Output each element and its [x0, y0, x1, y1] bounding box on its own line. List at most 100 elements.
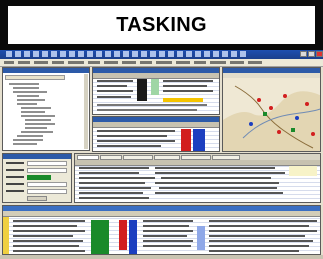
menu-item[interactable] [156, 61, 172, 64]
close-icon[interactable] [316, 51, 323, 57]
table-row[interactable] [97, 130, 175, 132]
form-field[interactable] [27, 161, 67, 166]
table-row[interactable] [159, 187, 277, 189]
tree-item[interactable] [17, 95, 39, 97]
tree-item[interactable] [13, 87, 39, 89]
minimize-icon[interactable] [300, 51, 307, 57]
table-row[interactable] [13, 235, 73, 237]
table-row[interactable] [209, 235, 305, 237]
table-row[interactable] [97, 96, 131, 98]
menu-item[interactable] [248, 61, 262, 64]
table-row[interactable] [161, 177, 271, 179]
tree-scrollbar[interactable] [84, 74, 88, 149]
menu-item[interactable] [18, 61, 30, 64]
table-row[interactable] [13, 225, 77, 227]
menu-item[interactable] [194, 61, 206, 64]
table-row[interactable] [155, 192, 283, 194]
table-row[interactable] [79, 192, 143, 194]
table-row[interactable] [155, 167, 275, 169]
tree-item[interactable] [25, 123, 55, 125]
status-field[interactable] [27, 175, 51, 180]
tree-item[interactable] [17, 135, 43, 137]
table-row[interactable] [209, 230, 317, 232]
form-field[interactable] [27, 189, 67, 194]
table-row[interactable] [143, 220, 193, 222]
table-row[interactable] [209, 220, 317, 222]
table-row[interactable] [155, 182, 279, 184]
highlight-row[interactable] [163, 98, 203, 102]
table-row[interactable] [79, 182, 145, 184]
tree-item[interactable] [21, 115, 55, 117]
tree-item[interactable] [21, 107, 51, 109]
menu-item[interactable] [52, 61, 64, 64]
menu-item[interactable] [140, 61, 152, 64]
table-row[interactable] [79, 187, 151, 189]
table-row[interactable] [79, 177, 155, 179]
form-field[interactable] [27, 182, 67, 187]
table-row[interactable] [155, 172, 285, 174]
menu-item[interactable] [88, 61, 100, 64]
unit-marker[interactable] [257, 98, 261, 102]
menu-item[interactable] [104, 61, 118, 64]
unit-marker[interactable] [295, 116, 299, 120]
table-row[interactable] [209, 240, 313, 242]
menu-item[interactable] [68, 61, 84, 64]
table-row[interactable] [143, 245, 191, 247]
tree-item[interactable] [17, 103, 37, 105]
tree-item[interactable] [13, 91, 47, 93]
unit-marker[interactable] [291, 128, 295, 132]
table-row[interactable] [97, 135, 167, 137]
menu-item[interactable] [122, 61, 136, 64]
apply-button[interactable] [27, 196, 47, 201]
table-row[interactable] [97, 85, 127, 87]
maximize-icon[interactable] [308, 51, 315, 57]
unit-marker[interactable] [283, 94, 287, 98]
table-row[interactable] [209, 245, 309, 247]
unit-marker[interactable] [311, 132, 315, 136]
unit-marker[interactable] [249, 122, 253, 126]
table-row[interactable] [97, 80, 133, 82]
table-row[interactable] [163, 80, 213, 82]
map-panel[interactable] [222, 67, 321, 152]
unit-marker[interactable] [277, 130, 281, 134]
table-row[interactable] [79, 167, 149, 169]
tree-item[interactable] [21, 131, 53, 133]
table-row[interactable] [143, 230, 193, 232]
table-row[interactable] [97, 109, 197, 111]
table-row[interactable] [97, 140, 175, 142]
table-row[interactable] [97, 90, 133, 92]
tree-item[interactable] [13, 143, 37, 145]
table-row[interactable] [163, 90, 213, 92]
table-row[interactable] [97, 145, 161, 147]
table-row[interactable] [13, 230, 85, 232]
menu-item[interactable] [34, 61, 48, 64]
unit-marker[interactable] [269, 106, 273, 110]
table-row[interactable] [143, 225, 189, 227]
table-row[interactable] [13, 220, 85, 222]
tree-item[interactable] [13, 139, 43, 141]
unit-marker[interactable] [305, 102, 309, 106]
menu-item[interactable] [176, 61, 190, 64]
table-row[interactable] [13, 245, 79, 247]
form-field[interactable] [27, 168, 67, 173]
unit-marker[interactable] [263, 112, 267, 116]
menu-item[interactable] [210, 61, 226, 64]
table-row[interactable] [13, 240, 83, 242]
table-row[interactable] [143, 235, 187, 237]
menu-item[interactable] [230, 61, 244, 64]
table-row[interactable] [79, 172, 139, 174]
table-row[interactable] [209, 250, 299, 252]
tree-item[interactable] [25, 119, 51, 121]
table-row[interactable] [97, 104, 207, 106]
tree-filter-input[interactable] [5, 75, 65, 80]
tree-item[interactable] [17, 99, 45, 101]
table-row[interactable] [143, 240, 193, 242]
table-row[interactable] [13, 250, 85, 252]
table-row[interactable] [209, 225, 309, 227]
tree-item[interactable] [9, 83, 39, 85]
tree-item[interactable] [21, 111, 45, 113]
row-selector-column[interactable] [3, 217, 9, 254]
menu-item[interactable] [4, 61, 14, 64]
map-canvas[interactable] [223, 78, 321, 152]
table-row[interactable] [79, 197, 149, 199]
